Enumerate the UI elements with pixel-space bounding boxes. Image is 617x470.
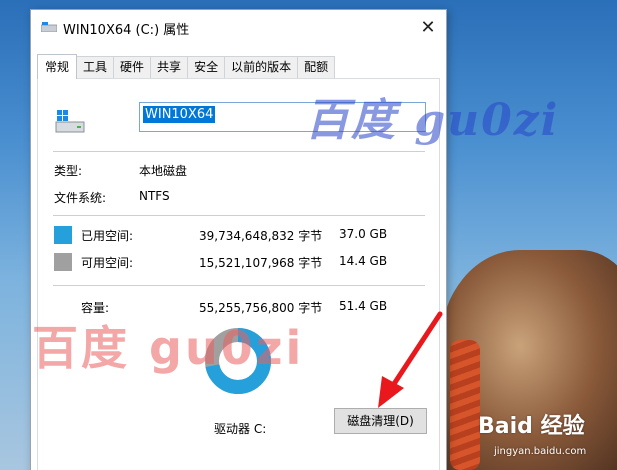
used-space-swatch bbox=[54, 226, 72, 244]
tab-tools[interactable]: 工具 bbox=[76, 56, 115, 79]
filesystem-value: NTFS bbox=[139, 189, 170, 203]
watermark-middle: 百度 gu0zi bbox=[32, 321, 305, 375]
divider bbox=[53, 215, 425, 216]
divider bbox=[53, 151, 425, 152]
free-space-size: 14.4 GB bbox=[339, 254, 388, 268]
baidu-jingyan-logo: Baid 经验 bbox=[478, 414, 585, 439]
tab-quota[interactable]: 配额 bbox=[297, 56, 336, 79]
watermark-top: 百度 gu0zi bbox=[305, 95, 560, 146]
drive-letter-label: 驱动器 C: bbox=[214, 422, 267, 436]
background-photo-rope bbox=[450, 340, 480, 470]
free-space-bytes: 15,521,107,968 字节 bbox=[199, 256, 323, 270]
red-arrow-annotation bbox=[378, 311, 443, 408]
tab-security[interactable]: 安全 bbox=[187, 56, 226, 79]
drive-small-icon bbox=[41, 22, 57, 32]
window-title: WIN10X64 (C:) 属性 bbox=[63, 23, 190, 38]
filesystem-label: 文件系统: bbox=[54, 191, 107, 205]
free-space-label: 可用空间: bbox=[81, 256, 134, 270]
used-space-bytes: 39,734,648,832 字节 bbox=[199, 229, 323, 243]
type-label: 类型: bbox=[54, 164, 83, 178]
used-space-label: 已用空间: bbox=[81, 229, 134, 243]
type-value: 本地磁盘 bbox=[139, 164, 188, 178]
tab-general[interactable]: 常规 bbox=[37, 54, 78, 79]
disk-cleanup-button[interactable]: 磁盘清理(D) bbox=[334, 408, 427, 434]
drive-icon bbox=[55, 110, 85, 133]
close-button[interactable]: ✕ bbox=[410, 10, 446, 46]
tab-previous-versions[interactable]: 以前的版本 bbox=[224, 56, 299, 79]
used-space-size: 37.0 GB bbox=[339, 227, 388, 241]
divider bbox=[53, 285, 425, 286]
free-space-swatch bbox=[54, 253, 72, 271]
drive-name-value: WIN10X64 bbox=[143, 106, 216, 123]
baidu-jingyan-url: jingyan.baidu.com bbox=[494, 446, 587, 457]
title-bar: WIN10X64 (C:) 属性 ✕ bbox=[31, 10, 446, 46]
tab-strip: 常规 工具 硬件 共享 安全 以前的版本 配额 bbox=[37, 54, 336, 79]
tab-hardware[interactable]: 硬件 bbox=[113, 56, 152, 79]
tab-sharing[interactable]: 共享 bbox=[150, 56, 189, 79]
